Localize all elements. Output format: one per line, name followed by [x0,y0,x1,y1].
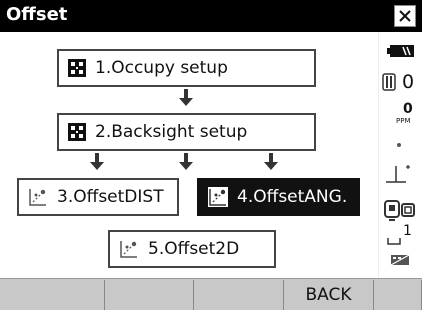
arrow-down-icon [90,153,104,170]
menu-area: 1.Occupy setup 2.Backsight setup 3.Offse… [0,32,378,278]
face-number: 1 [403,223,412,239]
window-title: Offset [6,4,68,25]
status-panel: 0 0 PPM 1 [378,32,422,278]
softkey-2[interactable] [105,280,194,310]
arrow-down-icon [179,153,193,170]
back-button-label: BACK [305,285,352,305]
offset-screen: Offset 1.Occupy setup 2.Backsight setup … [0,0,422,310]
face-indicator-icon [387,238,401,245]
menu-item-offset-dist[interactable]: 3.OffsetDIST [17,178,179,216]
offset-ang-icon [208,187,228,207]
menu-item-label: 5.Offset2D [148,239,240,259]
arrow-down-icon [264,153,278,170]
menu-item-offset-2d[interactable]: 5.Offset2D [108,230,276,268]
offset-dist-icon [29,189,46,206]
prism-constant-value: 0 [402,71,415,93]
battery-icon [387,45,414,57]
arrow-down-icon [179,89,193,106]
softkey-3[interactable] [194,280,284,310]
close-icon [399,10,411,22]
back-button[interactable]: BACK [284,280,374,310]
tilt-icon [397,143,401,147]
instrument-mode-icon [384,200,415,221]
title-bar: Offset [0,0,422,32]
ppm-value: 0 [403,101,413,117]
menu-item-label: 1.Occupy setup [95,58,228,78]
menu-item-occupy-setup[interactable]: 1.Occupy setup [57,49,316,87]
grid-icon [68,123,86,141]
keyboard-input-icon [390,254,410,266]
ppm-unit: PPM [396,117,411,125]
softkey-1[interactable] [6,280,105,310]
menu-item-label: 4.OffsetANG. [237,187,348,207]
target-mode-icon [386,165,410,183]
offset-2d-icon [120,241,137,258]
close-button[interactable] [394,5,416,27]
softkey-bar: BACK [0,278,422,310]
menu-item-label: 2.Backsight setup [95,122,248,142]
menu-item-label: 3.OffsetDIST [57,187,164,207]
grid-icon [68,59,86,77]
menu-item-backsight-setup[interactable]: 2.Backsight setup [57,113,316,151]
menu-item-offset-ang[interactable]: 4.OffsetANG. [197,178,360,216]
prism-icon [382,73,396,91]
softkey-5[interactable] [374,280,422,310]
